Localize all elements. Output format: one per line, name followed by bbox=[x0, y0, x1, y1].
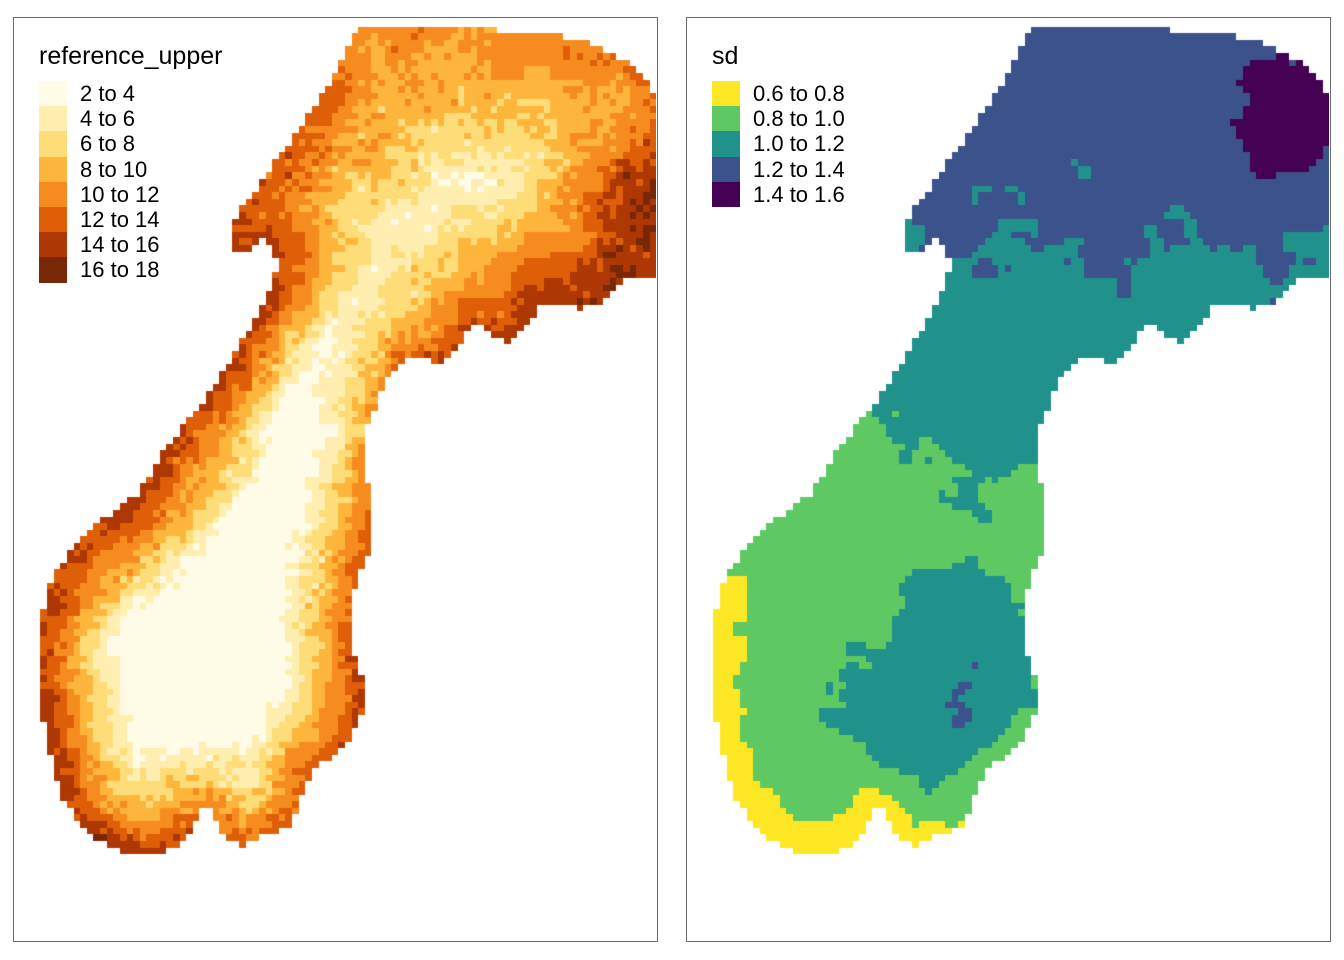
legend-label: 10 to 12 bbox=[80, 181, 160, 207]
legend-label: 6 to 8 bbox=[80, 131, 136, 157]
legend-swatch bbox=[39, 156, 67, 182]
legend-swatch bbox=[39, 232, 67, 258]
legend-item: 0.8 to 1.0 bbox=[712, 106, 845, 132]
legend-item: 10 to 12 bbox=[39, 181, 222, 207]
legend-swatch bbox=[39, 257, 67, 283]
legend-reference-upper: reference_upper 2 to 44 to 66 to 88 to 1… bbox=[39, 41, 222, 283]
legend-item: 6 to 8 bbox=[39, 131, 222, 157]
legend-swatch bbox=[39, 106, 67, 132]
legend-item: 12 to 14 bbox=[39, 206, 222, 233]
legend-swatch bbox=[39, 131, 67, 157]
legend-label: 0.6 to 0.8 bbox=[753, 81, 845, 106]
legend-label: 1.4 to 1.6 bbox=[753, 181, 845, 207]
legend-entries-reference-upper: 2 to 44 to 66 to 88 to 10 10 to 12 12 to 1… bbox=[39, 81, 222, 283]
legend-label: 14 to 16 bbox=[80, 232, 160, 258]
panel-reference-upper: reference_upper 2 to 44 to 66 to 88 to 1… bbox=[13, 17, 658, 942]
legend-label: 16 to 18 bbox=[80, 257, 160, 283]
legend-item: 8 to 10 bbox=[39, 156, 222, 182]
legend-swatch bbox=[39, 206, 67, 233]
legend-item: 4 to 6 bbox=[39, 106, 222, 132]
legend-label: 0.8 to 1.0 bbox=[753, 106, 845, 132]
legend-label: 1.0 to 1.2 bbox=[753, 131, 845, 157]
legend-title-sd: sd bbox=[712, 42, 739, 70]
legend-label: 8 to 10 bbox=[80, 156, 148, 182]
legend-label: 1.2 to 1.4 bbox=[753, 156, 845, 182]
legend-swatch bbox=[712, 81, 740, 107]
legend-item: 16 to 18 bbox=[39, 257, 222, 283]
panel-sd: sd 0.6 to 0.8 0.8 to 1.0 1.0 to 1.2 1.2 to … bbox=[686, 17, 1331, 942]
legend-entries-sd: 0.6 to 0.8 0.8 to 1.0 1.0 to 1.2 1.2 to 1.4… bbox=[712, 81, 845, 207]
legend-item: 1.0 to 1.2 bbox=[712, 131, 845, 157]
legend-label: 2 to 4 bbox=[80, 81, 136, 106]
legend-item: 1.2 to 1.4 bbox=[712, 156, 845, 182]
figure-root: reference_upper 2 to 44 to 66 to 88 to 1… bbox=[0, 0, 1344, 960]
legend-item: 0.6 to 0.8 bbox=[712, 81, 845, 107]
legend-swatch bbox=[712, 156, 740, 182]
legend-title-reference-upper: reference_upper bbox=[39, 42, 223, 70]
legend-item: 2 to 4 bbox=[39, 81, 222, 107]
legend-sd: sd 0.6 to 0.8 0.8 to 1.0 1.0 to 1.2 1.2 to … bbox=[712, 41, 845, 207]
legend-label: 12 to 14 bbox=[80, 206, 160, 232]
legend-item: 14 to 16 bbox=[39, 232, 222, 258]
legend-swatch bbox=[39, 81, 67, 107]
legend-swatch bbox=[712, 106, 740, 132]
legend-label: 4 to 6 bbox=[80, 106, 136, 132]
legend-swatch bbox=[712, 181, 740, 207]
legend-swatch bbox=[712, 131, 740, 157]
legend-item: 1.4 to 1.6 bbox=[712, 181, 845, 207]
legend-swatch bbox=[39, 181, 67, 207]
